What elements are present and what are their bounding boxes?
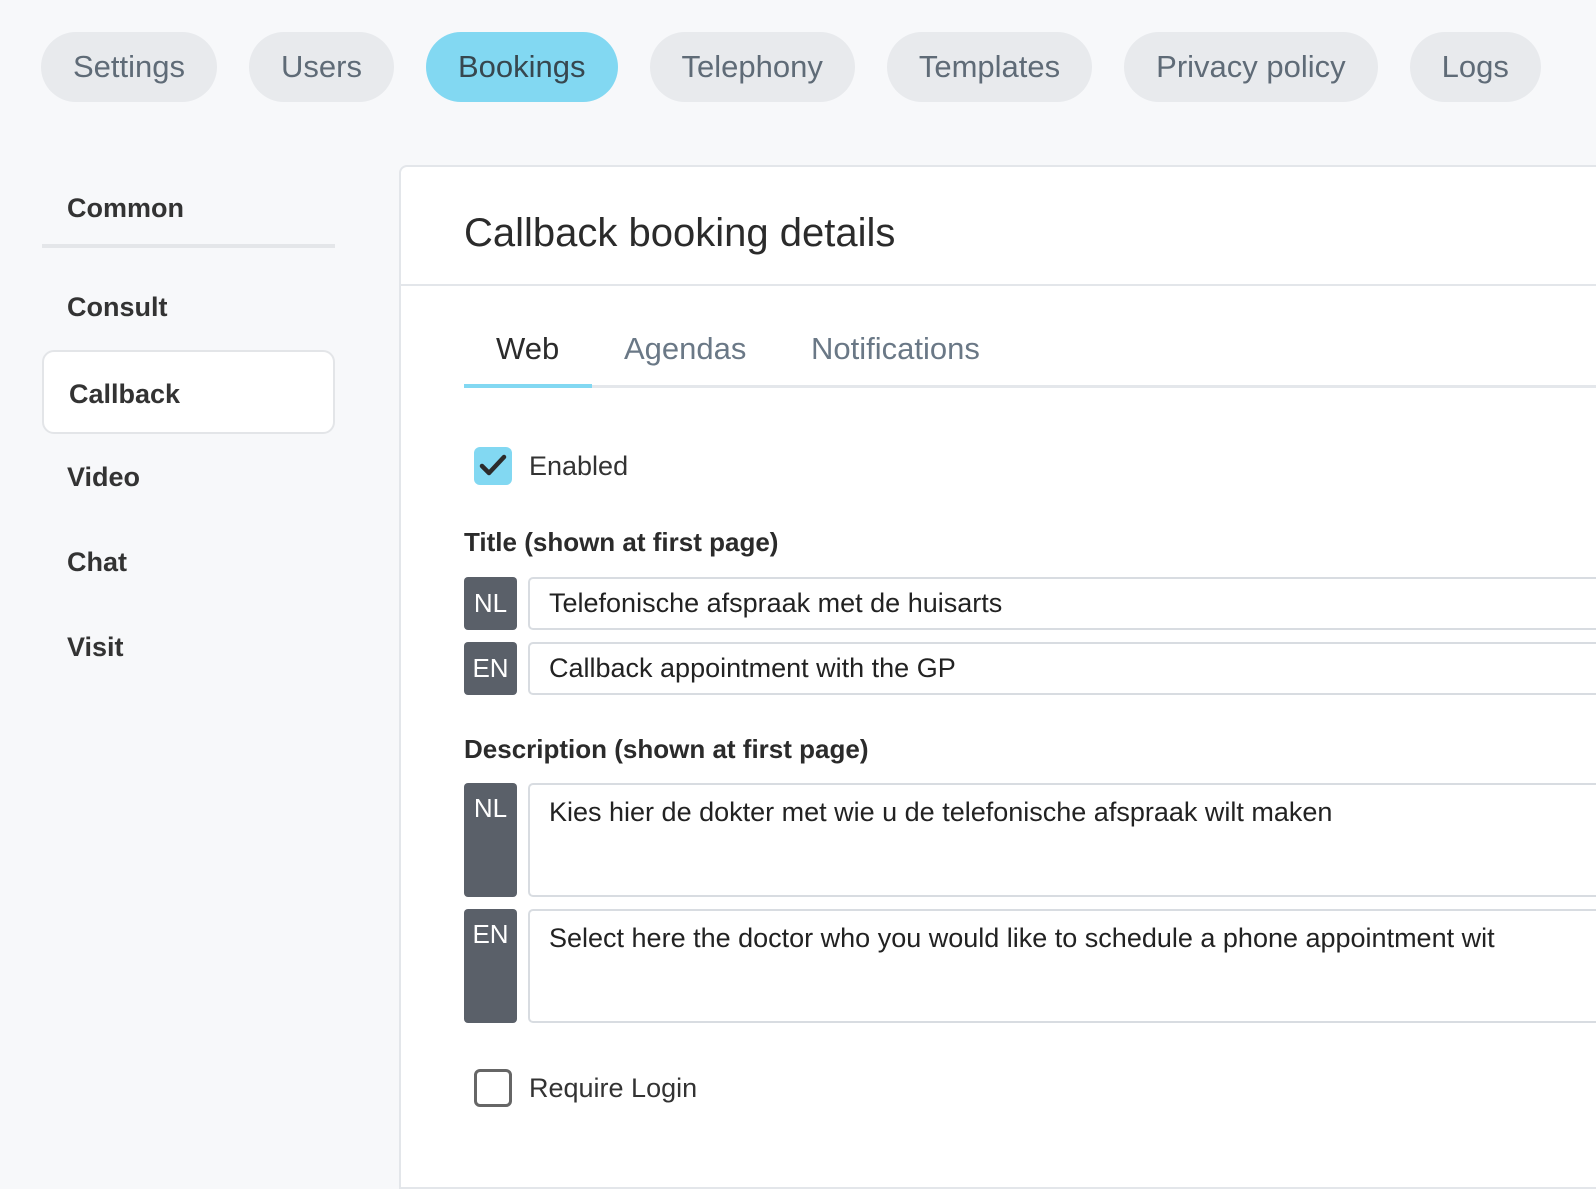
description-en-row: EN Select here the doctor who you would … [464, 909, 1596, 1023]
nav-tab-logs[interactable]: Logs [1409, 32, 1541, 102]
tab-agendas[interactable]: Agendas [624, 329, 746, 385]
nav-tab-users[interactable]: Users [249, 32, 394, 102]
nav-tab-templates[interactable]: Templates [886, 32, 1093, 102]
sidebar-item-common[interactable]: Common [42, 166, 335, 248]
lang-badge-nl: NL [464, 577, 517, 630]
title-nl-input[interactable]: Telefonische afspraak met de huisarts [528, 577, 1596, 630]
sidebar-item-visit[interactable]: Visit [42, 605, 335, 690]
require-login-checkbox[interactable] [474, 1069, 512, 1107]
details-panel: Callback booking details Web Agendas Not… [399, 165, 1596, 1189]
enabled-label: Enabled [529, 450, 629, 481]
description-nl-row: NL Kies hier de dokter met wie u de tele… [464, 783, 1596, 897]
sidebar-item-callback[interactable]: Callback [42, 350, 335, 434]
tab-web[interactable]: Web [464, 329, 592, 388]
require-login-label: Require Login [529, 1072, 698, 1103]
enabled-checkbox[interactable] [474, 447, 512, 485]
top-navigation: Settings Users Bookings Telephony Templa… [41, 32, 1596, 102]
sidebar-item-video[interactable]: Video [42, 435, 335, 520]
lang-badge-nl: NL [464, 783, 517, 897]
checkmark-icon [479, 454, 507, 476]
sidebar: Common Consult Callback Video Chat Visit [42, 166, 335, 690]
enabled-checkbox-row[interactable]: Enabled [474, 447, 628, 485]
lang-badge-en: EN [464, 909, 517, 1023]
description-en-textarea[interactable]: Select here the doctor who you would lik… [528, 909, 1596, 1023]
nav-tab-settings[interactable]: Settings [41, 32, 218, 102]
sidebar-item-consult[interactable]: Consult [42, 265, 335, 350]
description-nl-textarea[interactable]: Kies hier de dokter met wie u de telefon… [528, 783, 1596, 897]
tab-notifications[interactable]: Notifications [811, 329, 980, 385]
lang-badge-en: EN [464, 642, 517, 695]
panel-tabs: Web Agendas Notifications [464, 329, 1596, 388]
sidebar-item-chat[interactable]: Chat [42, 520, 335, 605]
description-section-label: Description (shown at first page) [464, 734, 869, 764]
title-en-row: EN Callback appointment with the GP [464, 642, 1596, 695]
nav-tab-bookings[interactable]: Bookings [425, 32, 618, 102]
nav-tab-privacy-policy[interactable]: Privacy policy [1124, 32, 1378, 102]
title-nl-row: NL Telefonische afspraak met de huisarts [464, 577, 1596, 630]
title-section-label: Title (shown at first page) [464, 527, 779, 557]
title-en-input[interactable]: Callback appointment with the GP [528, 642, 1596, 695]
require-login-checkbox-row[interactable]: Require Login [474, 1069, 697, 1107]
nav-tab-telephony[interactable]: Telephony [649, 32, 855, 102]
page-title: Callback booking details [464, 211, 896, 255]
